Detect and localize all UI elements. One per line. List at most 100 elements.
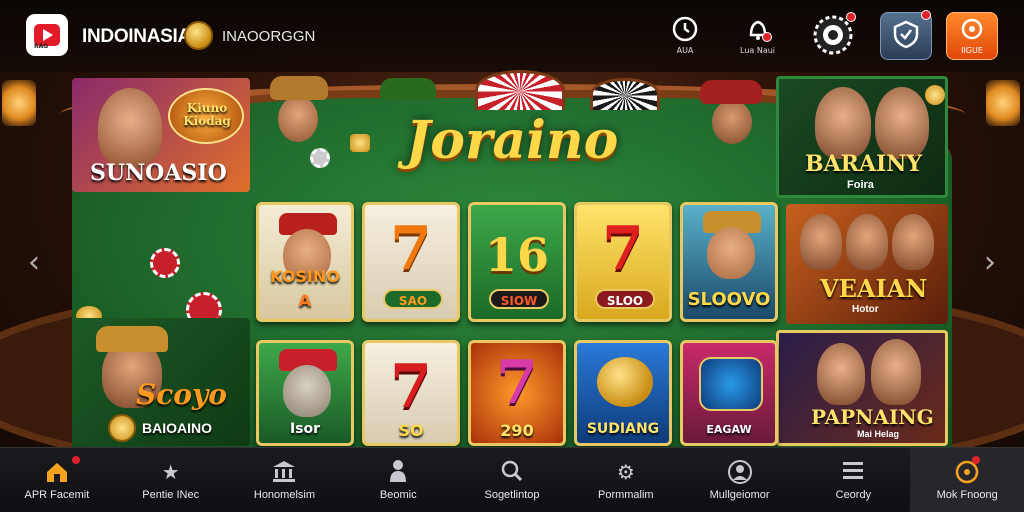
dealer-figure — [278, 96, 318, 142]
game-tile-label: Isor — [289, 421, 321, 437]
home-badge — [72, 456, 80, 464]
seven-symbol-icon: 7 — [496, 348, 538, 418]
character-portrait — [707, 227, 755, 279]
game-tile-label: SAO — [383, 289, 443, 309]
user-icon — [727, 459, 753, 485]
host-portrait — [846, 214, 888, 270]
golden-lamp-icon — [597, 357, 653, 407]
game-tile[interactable]: SUDIANG — [574, 340, 672, 446]
person-icon — [387, 459, 409, 485]
host-portrait — [892, 214, 934, 270]
promo-banner-sublabel: BAIOAINO — [142, 420, 212, 436]
nav-label: APR Facemit — [24, 489, 90, 501]
promo-banner-label: Scoyo — [136, 378, 227, 411]
gold-coin-icon — [108, 414, 136, 442]
game-tile[interactable]: Isor — [256, 340, 354, 446]
nav-label: Sogetlintop — [484, 489, 540, 501]
game-tile[interactable]: 7 SLOO — [574, 202, 672, 322]
jackpot-number-icon: 16 — [484, 228, 549, 282]
bank-icon — [271, 459, 297, 485]
wall-lamp-right — [986, 80, 1020, 126]
promo-banner-label: BARAINY — [805, 151, 923, 177]
nav-item-profile[interactable]: Mullgeiomor — [683, 448, 797, 512]
game-tile[interactable]: KOSINO A — [256, 202, 354, 322]
character-portrait — [283, 365, 331, 417]
gold-coin — [350, 134, 370, 152]
nav-label: Mok Fnoong — [936, 489, 998, 501]
promo-banner-top-right[interactable]: BARAINY Foira — [776, 76, 948, 198]
game-tile[interactable]: EAGAW — [680, 340, 778, 446]
home-icon — [44, 459, 70, 485]
game-tile-label: SO — [398, 421, 424, 440]
promo-banner-bottom-left[interactable]: Scoyo BAIOAINO — [72, 318, 250, 446]
bell-caption: Lua Naui — [740, 46, 776, 55]
nav-item-bank[interactable]: Honomelsim — [228, 448, 342, 512]
bottom-navigation: APR Facemit ★ Pentie INec Honomelsim Beo… — [0, 447, 1024, 512]
game-logo-title: Joraino — [405, 110, 619, 171]
game-tile-sublabel: A — [298, 291, 312, 310]
top-bar: RAG INDOINASIA INAOORGGN AUA Lua Naui II… — [0, 0, 1024, 72]
nav-label: Beomic — [379, 489, 417, 501]
fish-icon — [699, 357, 763, 411]
promo-banner-mid-right[interactable]: VEAIAN Hotor — [786, 204, 948, 324]
notifications-button[interactable]: Lua Naui — [740, 14, 775, 55]
gear-icon: ⚙ — [616, 460, 635, 484]
shield-icon — [891, 19, 921, 53]
game-tile[interactable]: 7 290 — [468, 340, 566, 446]
promo-banner-bottom-right[interactable]: PAPNAING Mai Helag — [776, 330, 948, 446]
nav-item-coins[interactable]: Mok Fnoong — [910, 448, 1024, 512]
game-tile-label: KOSINO — [270, 267, 340, 286]
chevron-left-icon: ‹ — [28, 244, 40, 280]
poker-chip — [150, 248, 180, 278]
game-tile[interactable]: 16 SIOW — [468, 202, 566, 322]
dealer-hat — [380, 78, 436, 100]
carousel-prev-button[interactable]: ‹ — [20, 244, 48, 280]
clock-button[interactable]: AUA — [670, 14, 700, 55]
host-portrait — [800, 214, 842, 270]
nav-label: Pormmalim — [597, 489, 654, 501]
roulette-button[interactable] — [812, 12, 856, 56]
dealer-figure — [712, 100, 752, 144]
nav-item-settings[interactable]: ⚙ Pormmalim — [569, 448, 683, 512]
star-icon: ★ — [161, 460, 180, 484]
nav-label: Honomelsim — [253, 489, 316, 501]
clock-caption: AUA — [676, 46, 694, 55]
nav-item-beomic[interactable]: Beomic — [341, 448, 455, 512]
clock-icon — [670, 14, 700, 44]
notification-badge — [762, 32, 772, 42]
orange-action-button[interactable]: IIGUE — [946, 12, 998, 60]
list-icon — [841, 459, 865, 485]
game-tile-label: 290 — [500, 421, 534, 440]
orange-action-caption: IIGUE — [961, 45, 983, 55]
nav-item-favorites[interactable]: ★ Pentie INec — [114, 448, 228, 512]
game-tile[interactable]: SLOOVO — [680, 202, 778, 322]
search-icon — [500, 459, 524, 485]
promo-badge-text: Kiuno Kiodag — [183, 101, 231, 128]
brand-name: INDOINASIA — [82, 26, 191, 47]
promo-banner-top-left[interactable]: Kiuno Kiodag SUNOASIO — [72, 78, 250, 192]
promo-banner-label: PAPNAING — [811, 405, 934, 429]
host-portrait — [815, 87, 871, 159]
host-portrait — [98, 88, 162, 168]
game-tile[interactable]: 7 SAO — [362, 202, 460, 322]
carousel-next-button[interactable]: › — [976, 244, 1004, 280]
promo-banner-label: SUNOASIO — [90, 160, 227, 186]
poker-chip — [310, 148, 330, 168]
gold-coin-icon — [925, 85, 945, 105]
shield-button[interactable] — [880, 10, 932, 60]
host-portrait — [871, 339, 921, 405]
chevron-right-icon: › — [984, 244, 996, 280]
nav-label: Pentie INec — [142, 489, 200, 501]
shield-badge — [921, 10, 931, 20]
game-tile-label: SIOW — [489, 289, 549, 309]
game-tile-label: SUDIANG — [586, 421, 660, 437]
game-tile[interactable]: 7 SO — [362, 340, 460, 446]
nav-item-list[interactable]: Ceordy — [796, 448, 910, 512]
nav-item-search[interactable]: Sogetlintop — [455, 448, 569, 512]
game-tile-label: SLOOVO — [687, 289, 771, 310]
host-portrait — [875, 87, 929, 159]
promo-banner-sublabel: Foira — [847, 179, 874, 191]
nav-item-home[interactable]: APR Facemit — [0, 448, 114, 512]
nav-label: Mullgeiomor — [709, 489, 770, 501]
seven-symbol-icon: 7 — [602, 214, 644, 284]
